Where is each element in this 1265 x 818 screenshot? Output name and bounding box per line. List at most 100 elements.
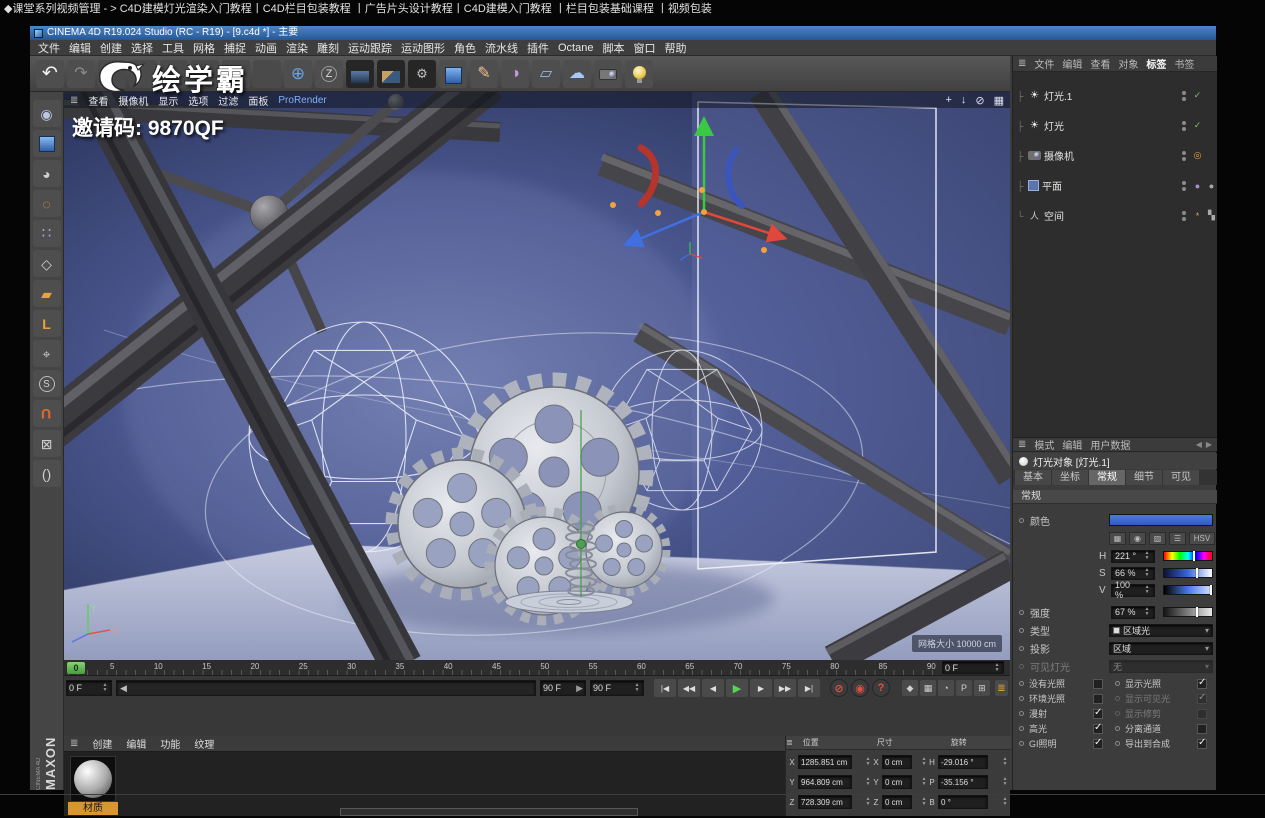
- keyframe-dot-icon[interactable]: [1019, 726, 1024, 731]
- end-frame-field[interactable]: 90 F: [590, 680, 644, 696]
- object-tag-icon[interactable]: ●: [1206, 181, 1217, 191]
- object-row[interactable]: ├ 平面 ● ●: [1013, 178, 1217, 193]
- spinner-icon[interactable]: [1143, 568, 1151, 578]
- menu-item[interactable]: 角色: [454, 40, 476, 56]
- hsv-value-field[interactable]: 221 °: [1111, 549, 1155, 563]
- material-menu-item[interactable]: 编辑: [126, 736, 146, 751]
- keyframe-dot-icon[interactable]: [1115, 696, 1120, 701]
- position-value-field[interactable]: 1285.851 cm: [798, 755, 852, 769]
- toolbar-button[interactable]: [594, 59, 622, 88]
- position-value-field[interactable]: 964.809 cm: [798, 775, 852, 789]
- keyframe-toggle-button[interactable]: P: [956, 680, 972, 696]
- hsv-gradient-slider[interactable]: [1163, 568, 1213, 578]
- viewport-nav-icon[interactable]: ↓: [961, 94, 967, 106]
- menu-item[interactable]: 插件: [527, 40, 549, 56]
- keyframe-dot-icon[interactable]: [1115, 711, 1120, 716]
- timeline-playhead[interactable]: 0: [67, 662, 85, 674]
- checkbox[interactable]: [1093, 678, 1103, 689]
- color-picker-mode-button[interactable]: ▨: [1149, 531, 1166, 545]
- material-menu-item[interactable]: 创建: [92, 736, 112, 751]
- object-row[interactable]: ├ 摄像机 ◎: [1013, 148, 1217, 163]
- size-value-field[interactable]: 0 cm: [882, 795, 912, 809]
- viewport-menu-item[interactable]: 面板: [248, 93, 268, 108]
- checkbox[interactable]: [1197, 708, 1207, 719]
- keyframe-dot-icon[interactable]: [1019, 696, 1024, 701]
- viewport-panel-menu-icon[interactable]: ≣: [70, 95, 78, 106]
- object-tag-icon[interactable]: ✓: [1192, 90, 1203, 101]
- object-tree[interactable]: ├ ☀ 灯光.1 ✓ ├ ☀ 灯光 ✓ ├ 摄像机 ◎ ├ 平面 ● ● └ 人…: [1013, 72, 1217, 437]
- slider-handle[interactable]: [1195, 568, 1198, 578]
- toolbar-button[interactable]: ⊕: [284, 59, 312, 88]
- toolbar-button[interactable]: ↷: [67, 59, 95, 88]
- keyframe-dot-icon[interactable]: [1019, 627, 1024, 633]
- toolbar-button[interactable]: ↶: [36, 59, 64, 88]
- menu-item[interactable]: 渲染: [286, 40, 308, 56]
- checkbox[interactable]: [1093, 693, 1103, 704]
- spinner-icon[interactable]: [864, 777, 872, 787]
- keyframe-dot-icon[interactable]: [1115, 726, 1120, 731]
- keyframe-toggle-button[interactable]: ⊞: [974, 680, 990, 696]
- spinner-icon[interactable]: [1001, 777, 1009, 787]
- menu-item[interactable]: 编辑: [69, 40, 91, 56]
- keyframe-dot-icon[interactable]: [1019, 681, 1024, 686]
- attribute-tab[interactable]: 坐标: [1052, 470, 1088, 485]
- attribute-manager-menu-item[interactable]: 用户数据: [1090, 437, 1130, 452]
- checkbox[interactable]: [1093, 722, 1103, 734]
- attribute-tab[interactable]: 细节: [1126, 470, 1162, 485]
- palette-button[interactable]: [32, 130, 61, 157]
- keyframe-toggle-button[interactable]: ▦: [920, 680, 936, 696]
- palette-button[interactable]: ∷: [32, 220, 61, 247]
- menu-item[interactable]: 运动图形: [401, 40, 445, 56]
- spinner-icon[interactable]: [920, 757, 928, 767]
- coordinates-panel-menu-icon[interactable]: ≣: [786, 738, 793, 747]
- spinner-icon[interactable]: [864, 757, 872, 767]
- shadow-dropdown[interactable]: 区域 ▾: [1109, 641, 1213, 655]
- keyframe-toggle-button[interactable]: ◔: [938, 680, 954, 696]
- attribute-manager-menu-icon[interactable]: ≣: [1018, 439, 1026, 450]
- menu-item[interactable]: 运动跟踪: [348, 40, 392, 56]
- solo-button[interactable]: ≣: [995, 680, 1008, 696]
- palette-button[interactable]: ⌖: [32, 340, 61, 367]
- checkbox[interactable]: [1093, 737, 1103, 749]
- color-picker-mode-button[interactable]: HSV: [1189, 531, 1215, 545]
- object-name[interactable]: 摄像机: [1044, 148, 1074, 163]
- toolbar-button[interactable]: [625, 59, 653, 88]
- object-name[interactable]: 灯光: [1044, 118, 1064, 133]
- spinner-icon[interactable]: [1001, 797, 1009, 807]
- slider-handle[interactable]: [1196, 607, 1199, 617]
- nav-back-icon[interactable]: ◀: [1196, 440, 1202, 449]
- object-name[interactable]: 灯光.1: [1044, 88, 1072, 103]
- transport-button[interactable]: ◀: [702, 679, 724, 697]
- viewport-nav-icon[interactable]: +: [945, 94, 951, 106]
- visibility-dots[interactable]: [1181, 120, 1187, 132]
- object-row[interactable]: └ 人 空间 * ▚: [1013, 208, 1217, 223]
- toolbar-button[interactable]: Z: [315, 59, 343, 88]
- attribute-tab[interactable]: 可见: [1163, 470, 1199, 485]
- rotation-value-field[interactable]: 0 °: [938, 795, 988, 809]
- checkbox[interactable]: [1093, 707, 1103, 719]
- spinner-icon[interactable]: [633, 683, 641, 693]
- size-value-field[interactable]: 0 cm: [882, 755, 912, 769]
- frame-range-slider[interactable]: ◀: [116, 680, 536, 696]
- palette-button[interactable]: ◉: [32, 100, 61, 127]
- menu-item[interactable]: 选择: [131, 40, 153, 56]
- viewport-canvas[interactable]: Y X Z ≣ 查看 摄像机 显示 选项 过滤 面板 ProRender + ↓ ⊘ ▦ 网格大…: [64, 92, 1010, 660]
- menu-item[interactable]: 创建: [100, 40, 122, 56]
- palette-button[interactable]: L: [32, 310, 61, 337]
- toolbar-button[interactable]: [253, 59, 281, 88]
- keyframe-dot-icon[interactable]: [1019, 711, 1024, 716]
- transport-button[interactable]: |◀: [654, 679, 676, 697]
- intensity-field[interactable]: 67 %: [1111, 605, 1155, 619]
- palette-button[interactable]: ⊠: [32, 430, 61, 457]
- toolbar-button[interactable]: ☁: [563, 59, 591, 88]
- spinner-icon[interactable]: [1143, 585, 1151, 595]
- object-manager-tab[interactable]: 书签: [1174, 56, 1194, 71]
- nav-forward-icon[interactable]: ▶: [1206, 440, 1212, 449]
- attribute-nav-arrows[interactable]: ◀ ▶: [1196, 440, 1212, 449]
- record-button[interactable]: ?: [872, 679, 890, 697]
- menu-item[interactable]: 工具: [162, 40, 184, 56]
- attribute-tab[interactable]: 常规: [1089, 470, 1125, 485]
- material-menu-item[interactable]: 纹理: [194, 736, 214, 751]
- color-picker-mode-button[interactable]: ◉: [1129, 531, 1146, 545]
- keyframe-dot-icon[interactable]: [1019, 741, 1024, 746]
